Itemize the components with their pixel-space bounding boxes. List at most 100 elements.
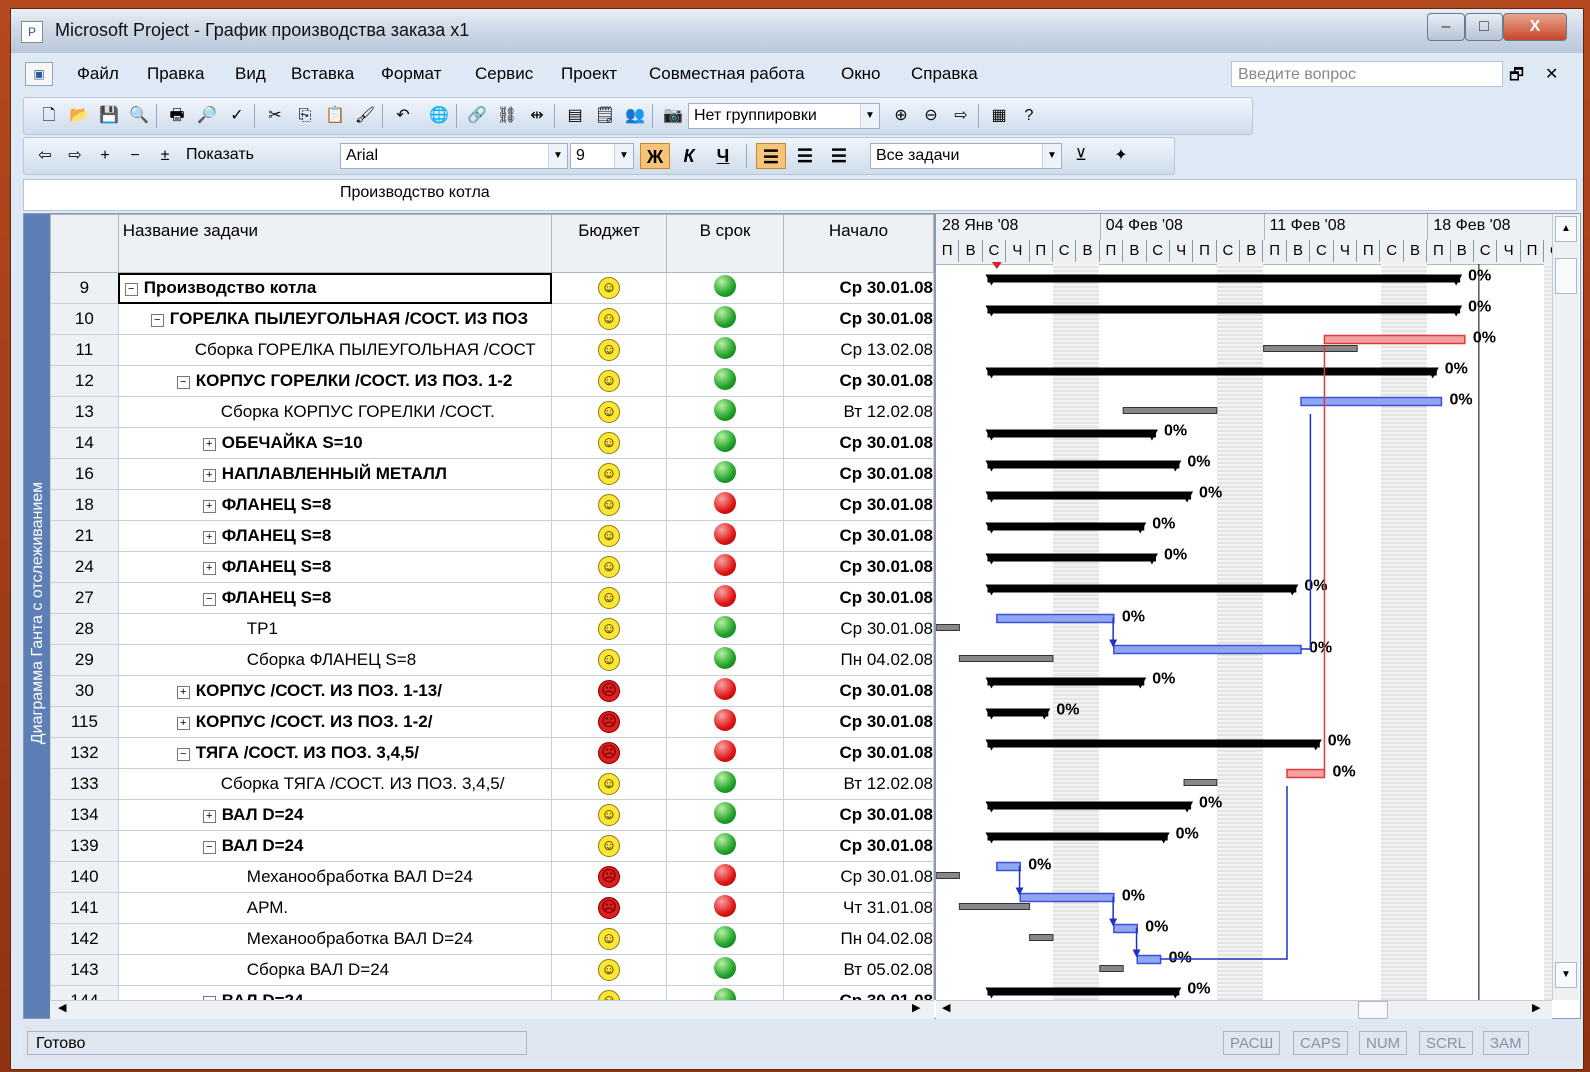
row-id[interactable]: 29 bbox=[50, 644, 119, 676]
table-row[interactable]: 29 Сборка ФЛАНЕЦ S=8 ☺ Пн 04.02.08 bbox=[50, 644, 934, 676]
task-name-cell[interactable]: Механообработка ВАЛ D=24 bbox=[117, 923, 553, 955]
gantt-hscrollbar[interactable]: ◀ ▶ bbox=[936, 1000, 1552, 1019]
underline-button[interactable]: Ч bbox=[708, 143, 738, 169]
start-cell[interactable]: Ср 30.01.08 bbox=[783, 737, 934, 769]
table-row[interactable]: 132− ТЯГА /СОСТ. ИЗ ПОЗ. 3,4,5/☹ Ср 30.01.… bbox=[50, 737, 934, 769]
save-icon[interactable]: 💾 bbox=[98, 105, 120, 127]
task-name-cell[interactable]: − ФЛАНЕЦ S=8 bbox=[117, 582, 553, 614]
start-cell[interactable]: Ср 30.01.08 bbox=[783, 520, 934, 552]
task-name-cell[interactable]: Сборка ВАЛ D=24 bbox=[117, 954, 553, 986]
table-row[interactable]: 139− ВАЛ D=24 ☺ Ср 30.01.08 bbox=[50, 830, 934, 862]
entry-bar[interactable]: Производство котла bbox=[23, 179, 1577, 211]
start-cell[interactable]: Ср 30.01.08 bbox=[783, 272, 934, 304]
col-ontime[interactable]: В срок bbox=[666, 214, 785, 273]
start-cell[interactable]: Ср 30.01.08 bbox=[783, 706, 934, 738]
task-name-cell[interactable]: + НАПЛАВЛЕННЫЙ МЕТАЛЛ bbox=[117, 458, 553, 490]
align-center-button[interactable]: ☰ bbox=[790, 143, 820, 169]
print-icon[interactable]: 🖶 bbox=[166, 105, 188, 127]
task-name-cell[interactable]: Сборка КОРПУС ГОРЕЛКИ /СОСТ. bbox=[117, 396, 553, 428]
paste-icon[interactable]: 📋 bbox=[324, 105, 346, 127]
minus-icon[interactable]: − bbox=[124, 145, 146, 167]
start-cell[interactable]: Ср 13.02.08 bbox=[783, 334, 934, 366]
table-row[interactable]: 30 + КОРПУС /СОСТ. ИЗ ПОЗ. 1-13/ ☹ Ср 30.01.… bbox=[50, 675, 934, 707]
task-name-cell[interactable]: АРМ. bbox=[117, 892, 553, 924]
start-cell[interactable]: Ср 30.01.08 bbox=[783, 458, 934, 490]
row-id[interactable]: 141 bbox=[50, 892, 119, 924]
grouping-select[interactable]: Нет группировки ▼ bbox=[688, 103, 880, 129]
doc-icon[interactable]: ▣ bbox=[25, 62, 53, 86]
doc-restore-icon[interactable]: 🗗 bbox=[1509, 64, 1524, 91]
font-size-select[interactable]: 9 ▼ bbox=[570, 143, 634, 169]
table-row[interactable]: 140 Механообработка ВАЛ D=24 ☹ Ср 30.01.08 bbox=[50, 861, 934, 893]
scroll-left-icon[interactable]: ◀ bbox=[942, 1001, 950, 1014]
select-all-cell[interactable] bbox=[50, 214, 119, 273]
start-cell[interactable]: Ср 30.01.08 bbox=[783, 799, 934, 831]
task-name-cell[interactable]: + КОРПУС /СОСТ. ИЗ ПОЗ. 1-2/ bbox=[117, 706, 553, 738]
start-cell[interactable]: Ср 30.01.08 bbox=[783, 365, 934, 397]
table-row[interactable]: 21 + ФЛАНЕЦ S=8 ☺ Ср 30.01.08 bbox=[50, 520, 934, 552]
chevron-down-icon[interactable]: ▼ bbox=[614, 144, 633, 168]
row-id[interactable]: 140 bbox=[50, 861, 119, 893]
new-icon[interactable]: 🗋 bbox=[38, 105, 60, 127]
arrow-right-icon[interactable]: ⇨ bbox=[64, 145, 86, 167]
start-cell[interactable]: Чт 31.01.08 bbox=[783, 892, 934, 924]
menu-project[interactable]: Проект bbox=[561, 64, 617, 84]
start-cell[interactable]: Ср 30.01.08 bbox=[783, 613, 934, 645]
table-row[interactable]: 141 АРМ. ☹ Чт 31.01.08 bbox=[50, 892, 934, 924]
row-id[interactable]: 10 bbox=[50, 303, 119, 335]
table-row[interactable]: 27− ФЛАНЕЦ S=8 ☺ Ср 30.01.08 bbox=[50, 582, 934, 614]
row-id[interactable]: 30 bbox=[50, 675, 119, 707]
align-right-button[interactable]: ☰ bbox=[824, 143, 854, 169]
expand-icon[interactable]: + bbox=[202, 810, 216, 823]
ask-question-input[interactable]: Введите вопрос bbox=[1231, 61, 1503, 87]
filter-select[interactable]: Все задачи ▼ bbox=[870, 143, 1062, 169]
start-cell[interactable]: Ср 30.01.08 bbox=[783, 489, 934, 521]
start-cell[interactable]: Ср 30.01.08 bbox=[783, 551, 934, 583]
align-left-button[interactable]: ☰ bbox=[756, 143, 786, 169]
expand-icon[interactable]: + bbox=[176, 717, 190, 730]
table-hscrollbar[interactable]: ◀ ▶ bbox=[50, 1000, 934, 1019]
minimize-button[interactable]: – bbox=[1427, 13, 1465, 41]
col-start[interactable]: Начало bbox=[783, 214, 934, 273]
collapse-icon[interactable]: − bbox=[124, 283, 138, 296]
table-row[interactable]: 13 Сборка КОРПУС ГОРЕЛКИ /СОСТ. ☺ Вт 12.02.… bbox=[50, 396, 934, 428]
start-cell[interactable]: Вт 05.02.08 bbox=[783, 954, 934, 986]
menu-help[interactable]: Справка bbox=[911, 64, 978, 84]
italic-button[interactable]: К bbox=[674, 143, 704, 169]
start-cell[interactable]: Ср 30.01.08 bbox=[783, 861, 934, 893]
task-name-cell[interactable]: Сборка ТЯГА /СОСТ. ИЗ ПОЗ. 3,4,5/ bbox=[117, 768, 553, 800]
expand-icon[interactable]: + bbox=[202, 562, 216, 575]
table-row[interactable]: 142 Механообработка ВАЛ D=24 ☺ Пн 04.02.08 bbox=[50, 923, 934, 955]
autofilter-icon[interactable]: ⊻ bbox=[1070, 145, 1092, 167]
start-cell[interactable]: Ср 30.01.08 bbox=[783, 582, 934, 614]
table-row[interactable]: 16 + НАПЛАВЛЕННЫЙ МЕТАЛЛ ☺ Ср 30.01.08 bbox=[50, 458, 934, 490]
expand-icon[interactable]: + bbox=[176, 686, 190, 699]
copy-picture-icon[interactable]: 📷 bbox=[662, 105, 684, 127]
split-icon[interactable]: ⇹ bbox=[526, 105, 548, 127]
table-row[interactable]: 133 Сборка ТЯГА /СОСТ. ИЗ ПОЗ. 3,4,5/ ☺ Вт … bbox=[50, 768, 934, 800]
cut-icon[interactable]: ✂ bbox=[264, 105, 286, 127]
collapse-icon[interactable]: − bbox=[202, 841, 216, 854]
row-id[interactable]: 132 bbox=[50, 737, 119, 769]
note-icon[interactable]: 🗒 bbox=[594, 105, 616, 127]
preview-icon[interactable]: 🔎 bbox=[196, 105, 218, 127]
collapse-icon[interactable]: − bbox=[176, 376, 190, 389]
menu-format[interactable]: Формат bbox=[381, 64, 441, 84]
row-id[interactable]: 133 bbox=[50, 768, 119, 800]
scroll-thumb[interactable] bbox=[1555, 258, 1577, 294]
menu-edit[interactable]: Правка bbox=[147, 64, 204, 84]
start-cell[interactable]: Ср 30.01.08 bbox=[783, 675, 934, 707]
row-id[interactable]: 16 bbox=[50, 458, 119, 490]
start-cell[interactable]: Ср 30.01.08 bbox=[783, 427, 934, 459]
table-row[interactable]: 14 + ОБЕЧАЙКА S=10 ☺ Ср 30.01.08 bbox=[50, 427, 934, 459]
undo-icon[interactable]: ↶ bbox=[392, 105, 414, 127]
table-row[interactable]: 115 + КОРПУС /СОСТ. ИЗ ПОЗ. 1-2/ ☹ Ср 30.01.… bbox=[50, 706, 934, 738]
zoom-out-icon[interactable]: ⊖ bbox=[920, 105, 942, 127]
table-row[interactable]: 12− КОРПУС ГОРЕЛКИ /СОСТ. ИЗ ПОЗ. 1-2 ☺ Ср … bbox=[50, 365, 934, 397]
scroll-down-icon[interactable]: ▼ bbox=[1555, 962, 1577, 988]
assign-icon[interactable]: 👥 bbox=[624, 105, 646, 127]
row-id[interactable]: 11 bbox=[50, 334, 119, 366]
menu-tools[interactable]: Сервис bbox=[475, 64, 533, 84]
task-name-cell[interactable]: + КОРПУС /СОСТ. ИЗ ПОЗ. 1-13/ bbox=[117, 675, 553, 707]
task-name-cell[interactable]: + ФЛАНЕЦ S=8 bbox=[117, 551, 553, 583]
